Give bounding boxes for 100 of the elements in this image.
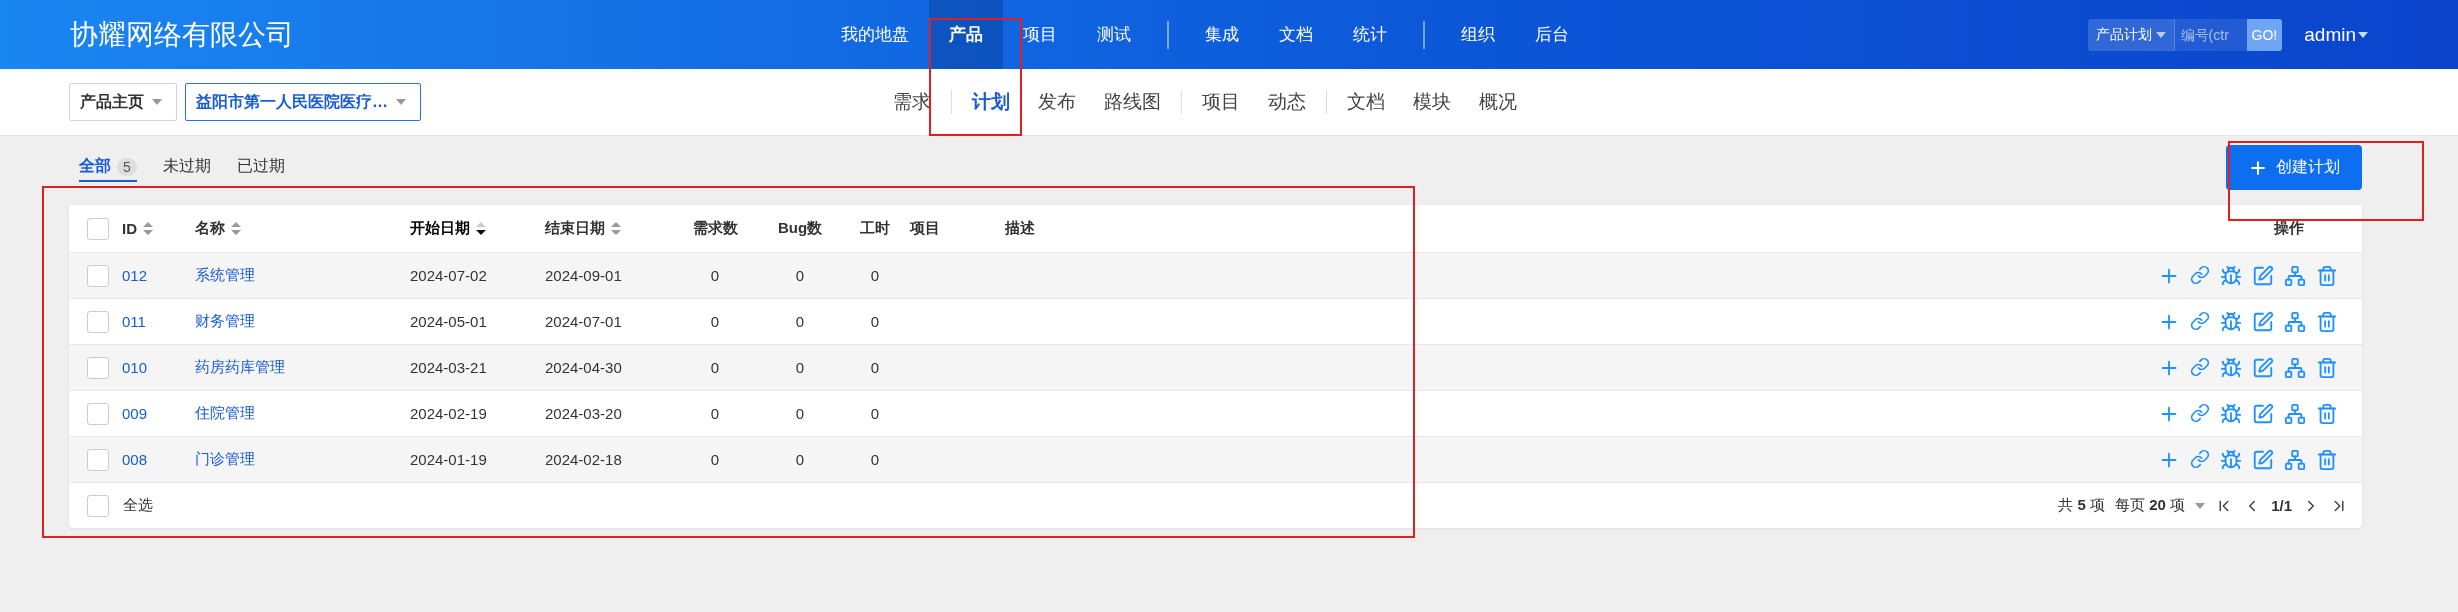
nav-item[interactable]: 文档	[1259, 0, 1333, 69]
id-link[interactable]: 009	[122, 405, 148, 422]
edit-icon[interactable]	[2252, 264, 2274, 287]
table-cell: 0	[870, 267, 880, 284]
tab[interactable]: 动态	[1254, 89, 1320, 115]
create-plan-button[interactable]: 创建计划	[2226, 145, 2362, 190]
link-icon[interactable]	[2190, 264, 2210, 287]
plan-name-link[interactable]: 门诊管理	[195, 450, 255, 467]
bug-icon[interactable]	[2220, 448, 2242, 471]
tab[interactable]: 计划	[958, 89, 1024, 115]
edit-icon[interactable]	[2252, 448, 2274, 471]
column-header[interactable]: 结束日期	[545, 219, 605, 238]
table-cell: 0	[710, 313, 720, 330]
tab[interactable]: 项目	[1188, 89, 1254, 115]
table-cell: 2024-02-18	[545, 451, 622, 468]
link-icon[interactable]	[2190, 402, 2210, 425]
id-link[interactable]: 010	[122, 359, 148, 376]
nav-item[interactable]: 产品	[929, 0, 1003, 69]
checkbox[interactable]	[87, 494, 109, 517]
tab[interactable]: 模块	[1399, 89, 1465, 115]
checkbox[interactable]	[87, 356, 109, 379]
caret-icon	[2195, 502, 2206, 509]
checkbox[interactable]	[87, 402, 109, 425]
tab[interactable]: 概况	[1465, 89, 1531, 115]
breadcrumb[interactable]: 产品主页	[69, 83, 177, 121]
bug-icon[interactable]	[2220, 310, 2242, 333]
page-indicator: 1/1	[2271, 497, 2292, 514]
table-cell: 0	[710, 359, 720, 376]
delete-icon[interactable]	[2316, 310, 2338, 333]
link-icon[interactable]	[2190, 448, 2210, 471]
hierarchy-icon[interactable]	[2284, 402, 2306, 425]
caret-icon	[396, 99, 406, 105]
bug-icon[interactable]	[2220, 402, 2242, 425]
checkbox[interactable]	[87, 264, 109, 287]
tab[interactable]: 文档	[1333, 89, 1399, 115]
company-name: 协耀网络有限公司	[70, 17, 295, 52]
hierarchy-icon[interactable]	[2284, 310, 2306, 333]
edit-icon[interactable]	[2252, 402, 2274, 425]
column-header[interactable]: ID	[122, 220, 137, 237]
bug-icon[interactable]	[2220, 264, 2242, 287]
checkbox[interactable]	[87, 310, 109, 333]
tab[interactable]: 发布	[1024, 89, 1090, 115]
table-cell: 0	[870, 405, 880, 422]
filter-tab[interactable]: 全部 5	[79, 156, 137, 182]
column-header: 描述	[1005, 219, 1035, 238]
count-badge: 5	[117, 157, 137, 176]
page-size-dropdown[interactable]: 每页 20 项	[2115, 496, 2186, 515]
plan-name-link[interactable]: 系统管理	[195, 266, 255, 283]
delete-icon[interactable]	[2316, 356, 2338, 379]
filter-tab[interactable]: 未过期	[162, 156, 211, 182]
id-link[interactable]: 011	[122, 313, 146, 330]
tab[interactable]: 路线图	[1090, 89, 1175, 115]
select-all-label[interactable]: 全选	[123, 496, 153, 515]
delete-icon[interactable]	[2316, 448, 2338, 471]
nav-item[interactable]: 统计	[1333, 0, 1407, 69]
edit-icon[interactable]	[2252, 356, 2274, 379]
hierarchy-icon[interactable]	[2284, 264, 2306, 287]
sort-icon[interactable]	[143, 221, 153, 236]
column-header: Bug数	[777, 219, 823, 238]
column-header[interactable]: 开始日期	[410, 219, 470, 238]
nav-item[interactable]: 我的地盘	[821, 0, 929, 69]
total-count: 共 5 项	[2058, 496, 2106, 515]
sort-icon[interactable]	[611, 221, 621, 236]
nav-item[interactable]: 项目	[1003, 0, 1077, 69]
edit-icon[interactable]	[2252, 310, 2274, 333]
plan-name-link[interactable]: 住院管理	[195, 404, 255, 421]
sort-descending-icon[interactable]	[476, 221, 486, 236]
table-cell: 0	[870, 451, 880, 468]
table-cell: 0	[710, 267, 720, 284]
id-link[interactable]: 012	[122, 267, 148, 284]
column-header[interactable]: 名称	[195, 219, 225, 238]
delete-icon[interactable]	[2316, 264, 2338, 287]
table-cell: 2024-04-30	[545, 359, 622, 376]
link-icon[interactable]	[2190, 310, 2210, 333]
plan-name-link[interactable]: 财务管理	[195, 312, 255, 329]
checkbox[interactable]	[87, 448, 109, 471]
table-cell: 2024-01-19	[410, 451, 487, 468]
tab[interactable]: 需求	[879, 89, 945, 115]
checkbox[interactable]	[87, 217, 109, 240]
table-cell: 0	[710, 451, 720, 468]
nav-item[interactable]: 后台	[1515, 0, 1589, 69]
table-cell: 0	[710, 405, 720, 422]
hierarchy-icon[interactable]	[2284, 448, 2306, 471]
link-icon[interactable]	[2190, 356, 2210, 379]
id-link[interactable]: 008	[122, 451, 148, 468]
table-cell: 0	[870, 313, 880, 330]
search-scope-dropdown[interactable]: 产品计划	[2087, 18, 2175, 51]
plan-name-link[interactable]: 药房药库管理	[195, 358, 285, 375]
nav-item[interactable]: 集成	[1185, 0, 1259, 69]
nav-item[interactable]: 测试	[1077, 0, 1151, 69]
table-cell: 0	[795, 359, 805, 376]
bug-icon[interactable]	[2220, 356, 2242, 379]
user-menu[interactable]: admin	[2304, 23, 2368, 46]
sort-icon[interactable]	[231, 221, 241, 236]
hierarchy-icon[interactable]	[2284, 356, 2306, 379]
column-header: 操作	[2274, 219, 2304, 238]
delete-icon[interactable]	[2316, 402, 2338, 425]
filter-tab[interactable]: 已过期	[236, 156, 285, 182]
nav-item[interactable]: 组织	[1441, 0, 1515, 69]
breadcrumb[interactable]: 益阳市第一人民医院医疗…	[185, 83, 421, 121]
